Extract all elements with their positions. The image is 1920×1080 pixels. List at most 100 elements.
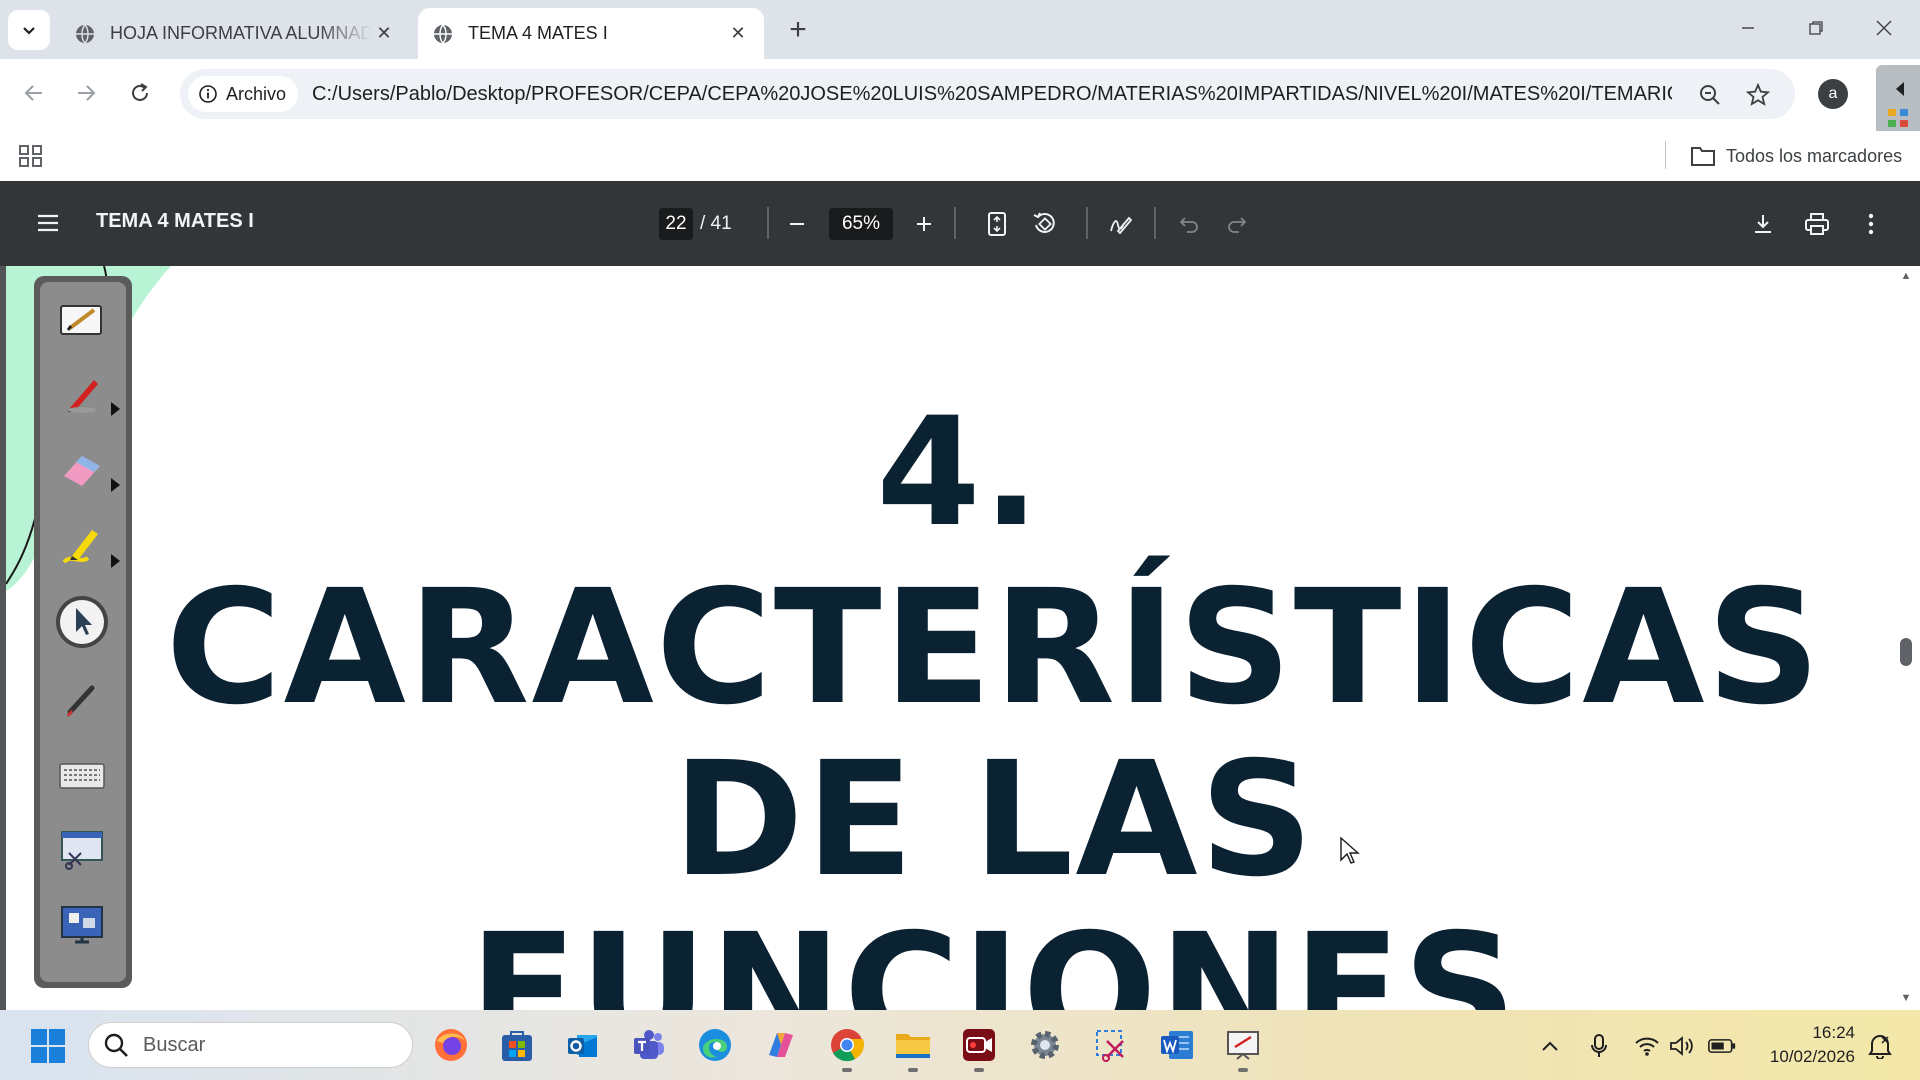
url-text[interactable]: C:/Users/Pablo/Desktop/PROFESOR/CEPA/CEP… bbox=[312, 83, 1672, 106]
select-tool[interactable] bbox=[54, 594, 110, 650]
wifi-icon bbox=[1635, 1037, 1659, 1056]
rotate-icon bbox=[1033, 212, 1055, 233]
globe-icon bbox=[434, 24, 452, 43]
microphone-indicator[interactable] bbox=[1585, 1032, 1613, 1060]
zoom-level-input[interactable]: 65% bbox=[829, 208, 893, 240]
show-hidden-icons-button[interactable] bbox=[1536, 1032, 1564, 1060]
chrome-app[interactable] bbox=[826, 1024, 868, 1066]
highlighter-icon bbox=[62, 530, 98, 564]
expand-arrow-icon[interactable] bbox=[111, 554, 120, 568]
snipping-tool-app[interactable] bbox=[1090, 1024, 1132, 1066]
annotation-palette bbox=[34, 276, 132, 988]
recorder-icon bbox=[963, 1029, 995, 1061]
eraser-tool[interactable] bbox=[54, 442, 120, 498]
back-button[interactable] bbox=[14, 73, 54, 113]
desktop-tool[interactable] bbox=[54, 898, 110, 954]
battery-icon bbox=[1708, 1039, 1736, 1053]
info-icon bbox=[199, 85, 217, 103]
highlighter-tool[interactable] bbox=[54, 518, 120, 574]
print-icon bbox=[1805, 213, 1829, 235]
menu-icon[interactable] bbox=[34, 209, 62, 237]
chevron-down-icon bbox=[23, 27, 35, 35]
minimize-icon bbox=[1742, 27, 1754, 29]
forward-button[interactable] bbox=[66, 73, 106, 113]
apps-grid-icon[interactable] bbox=[18, 143, 44, 169]
whiteboard-app[interactable] bbox=[1222, 1024, 1264, 1066]
keyboard-tool[interactable] bbox=[54, 748, 110, 804]
firefox-app[interactable] bbox=[430, 1024, 472, 1066]
vertical-scrollbar[interactable]: ▲ ▼ bbox=[1892, 266, 1920, 1010]
zoom-out-button[interactable] bbox=[782, 209, 812, 239]
microphone-icon bbox=[1591, 1034, 1607, 1057]
all-bookmarks-label: Todos los marcadores bbox=[1726, 145, 1903, 166]
pointer-icon bbox=[56, 596, 108, 648]
outlook-app[interactable] bbox=[562, 1024, 604, 1066]
address-bar[interactable]: Archivo C:/Users/Pablo/Desktop/PROFESOR/… bbox=[180, 69, 1795, 119]
desktop-icon bbox=[61, 906, 103, 944]
notifications-button[interactable] bbox=[1866, 1032, 1894, 1060]
taskbar-search[interactable]: Buscar bbox=[88, 1022, 413, 1068]
system-clock[interactable]: 16:24 10/02/2026 bbox=[1755, 1021, 1855, 1069]
pen-tool[interactable] bbox=[54, 366, 120, 422]
file-explorer-app[interactable] bbox=[892, 1024, 934, 1066]
tab-tema-4[interactable]: TEMA 4 MATES I ✕ bbox=[418, 8, 764, 59]
all-bookmarks-button[interactable]: Todos los marcadores bbox=[1690, 141, 1902, 171]
heading-number: 4. bbox=[876, 386, 1042, 560]
keyboard-icon bbox=[59, 763, 105, 789]
close-icon[interactable]: ✕ bbox=[726, 22, 750, 46]
restore-icon bbox=[1809, 21, 1823, 35]
zoom-in-button[interactable] bbox=[909, 209, 939, 239]
annotate-button[interactable] bbox=[1106, 209, 1136, 239]
page-number-input[interactable]: 22 bbox=[659, 208, 693, 240]
bookmarks-divider bbox=[1665, 141, 1666, 169]
battery-indicator[interactable] bbox=[1708, 1032, 1736, 1060]
tab-hoja-informativa[interactable]: HOJA INFORMATIVA ALUMNADO ✕ bbox=[60, 8, 410, 59]
tab-search-button[interactable] bbox=[8, 10, 50, 50]
scroll-up-icon[interactable]: ▲ bbox=[1900, 270, 1912, 282]
bookmark-star-button[interactable] bbox=[1744, 81, 1772, 109]
pdf-viewport[interactable]: 4. CARACTERÍSTICAS DE LAS FUNCIONES ▲ ▼ bbox=[0, 266, 1920, 1010]
rotate-button[interactable] bbox=[1030, 209, 1060, 239]
screen-recorder-app[interactable] bbox=[958, 1024, 1000, 1066]
restore-button[interactable] bbox=[1786, 8, 1846, 48]
pen-pad-tool[interactable] bbox=[54, 292, 110, 348]
heading-line: CARACTERÍSTICAS bbox=[165, 556, 1823, 740]
new-tab-button[interactable]: + bbox=[780, 12, 816, 48]
screen-capture-icon bbox=[61, 831, 103, 870]
volume-icon bbox=[1670, 1036, 1693, 1056]
reload-button[interactable] bbox=[120, 73, 160, 113]
wifi-indicator[interactable] bbox=[1633, 1032, 1661, 1060]
close-window-button[interactable] bbox=[1854, 8, 1914, 48]
expand-arrow-icon[interactable] bbox=[111, 478, 120, 492]
volume-indicator[interactable] bbox=[1668, 1032, 1696, 1060]
minimize-button[interactable] bbox=[1718, 8, 1778, 48]
more-options-button[interactable] bbox=[1856, 209, 1886, 239]
copilot-app[interactable] bbox=[760, 1024, 802, 1066]
screen-capture-tool[interactable] bbox=[54, 822, 110, 878]
undo-button[interactable] bbox=[1174, 209, 1204, 239]
close-icon[interactable]: ✕ bbox=[372, 22, 396, 46]
back-icon bbox=[24, 85, 42, 101]
folder-icon bbox=[896, 1034, 930, 1058]
scroll-thumb[interactable] bbox=[1900, 638, 1912, 666]
profile-avatar[interactable]: a bbox=[1818, 79, 1848, 109]
zoom-indicator[interactable] bbox=[1696, 81, 1724, 109]
word-app[interactable] bbox=[1156, 1024, 1198, 1066]
print-button[interactable] bbox=[1802, 209, 1832, 239]
edge-app[interactable] bbox=[694, 1024, 736, 1066]
search-icon bbox=[104, 1033, 128, 1057]
taskbar: Buscar 16:24 10/02/2026 bbox=[0, 1010, 1920, 1080]
laser-pointer-tool[interactable] bbox=[54, 672, 110, 728]
search-placeholder: Buscar bbox=[143, 1033, 206, 1056]
download-button[interactable] bbox=[1748, 209, 1778, 239]
redo-button[interactable] bbox=[1222, 209, 1252, 239]
expand-arrow-icon[interactable] bbox=[111, 402, 120, 416]
site-info-chip[interactable]: Archivo bbox=[188, 76, 299, 112]
fit-page-button[interactable] bbox=[982, 209, 1012, 239]
windows-start-icon[interactable] bbox=[30, 1028, 66, 1064]
screen: HOJA INFORMATIVA ALUMNADO ✕ TEMA 4 MATES… bbox=[0, 0, 1920, 1080]
store-app[interactable] bbox=[496, 1024, 538, 1066]
scroll-down-icon[interactable]: ▼ bbox=[1900, 992, 1912, 1004]
teams-app[interactable] bbox=[628, 1024, 670, 1066]
settings-app[interactable] bbox=[1024, 1024, 1066, 1066]
